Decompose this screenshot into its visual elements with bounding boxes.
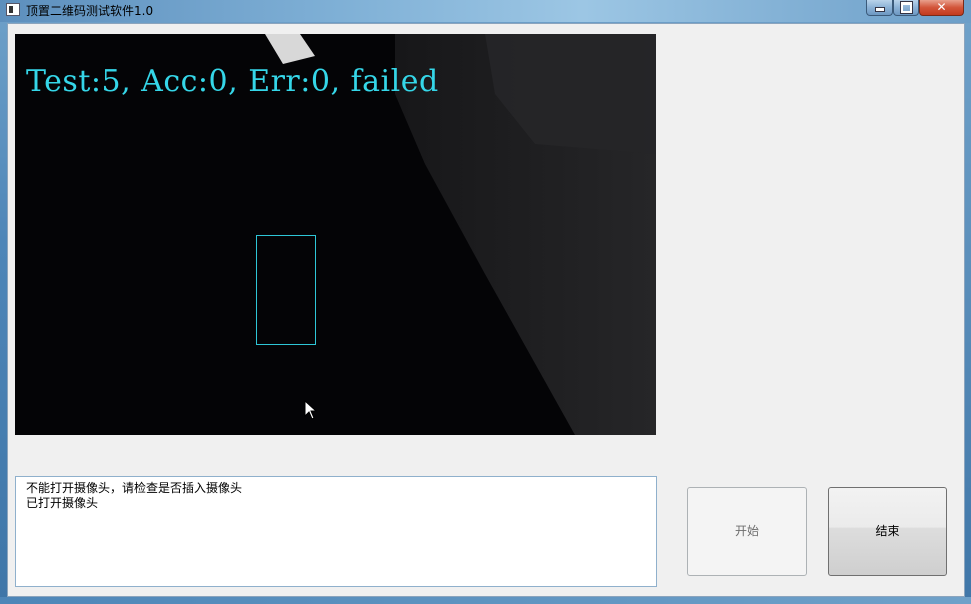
app-icon	[6, 3, 20, 16]
log-line: 不能打开摄像头，请检查是否插入摄像头	[26, 481, 243, 495]
mouse-cursor-icon	[304, 400, 318, 420]
maximize-icon	[899, 0, 913, 14]
app-window: 顶置二维码测试软件1.0 ✕ Test:5, Acc:0, Err:0, fai…	[0, 0, 971, 604]
log-textarea[interactable]: 不能打开摄像头，请检查是否插入摄像头 已打开摄像头	[15, 476, 657, 587]
close-button[interactable]: ✕	[919, 0, 964, 16]
camera-preview: Test:5, Acc:0, Err:0, failed	[15, 34, 656, 435]
maximize-button[interactable]	[893, 0, 919, 16]
minimize-button[interactable]	[866, 0, 893, 16]
window-title: 顶置二维码测试软件1.0	[26, 4, 154, 18]
window-right-border	[965, 23, 971, 604]
close-icon: ✕	[936, 0, 947, 14]
minimize-icon	[874, 6, 885, 12]
log-line: 已打开摄像头	[26, 496, 99, 510]
status-overlay-text: Test:5, Acc:0, Err:0, failed	[26, 64, 439, 99]
title-bar[interactable]: 顶置二维码测试软件1.0 ✕	[0, 0, 971, 22]
detection-box	[256, 235, 316, 345]
end-button[interactable]: 结束	[828, 487, 947, 576]
window-bottom-border	[0, 597, 971, 604]
start-button[interactable]: 开始	[687, 487, 807, 576]
